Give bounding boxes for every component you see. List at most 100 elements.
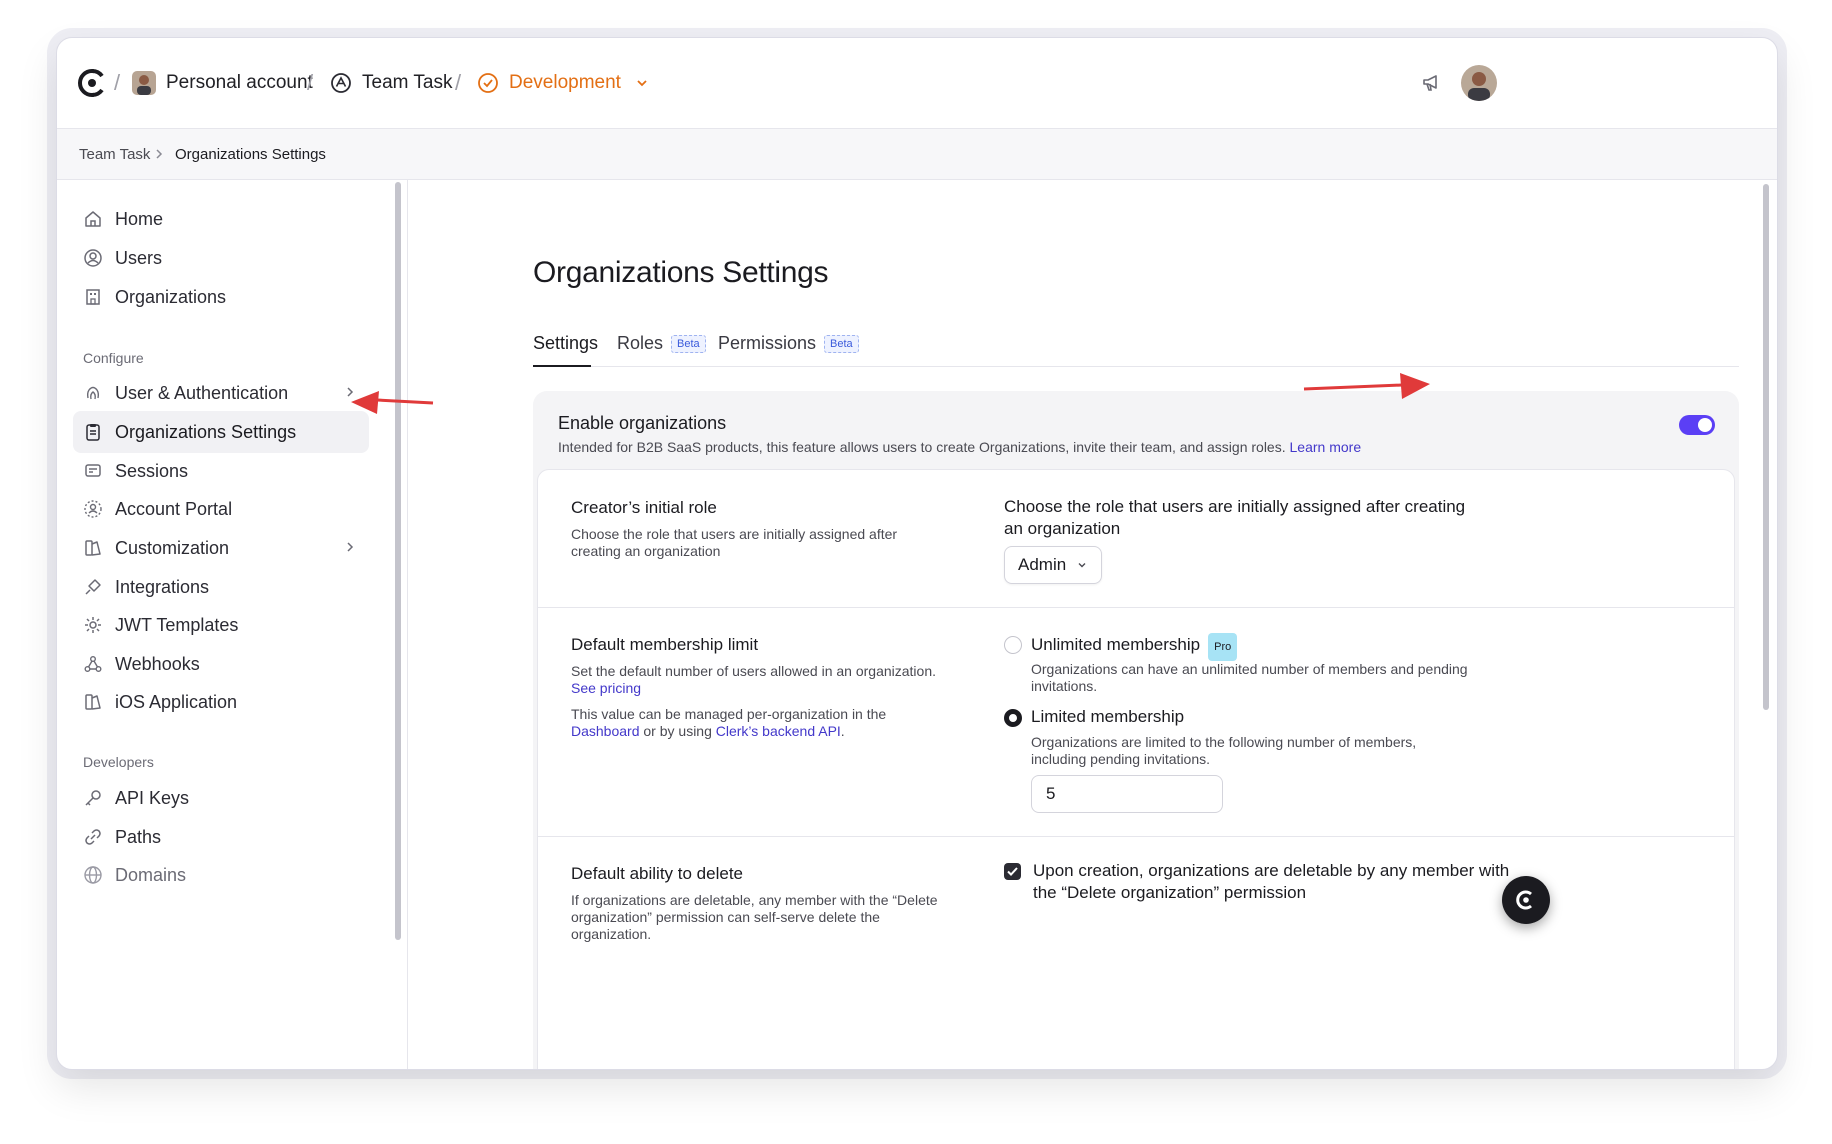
- limited-membership-radio[interactable]: [1004, 709, 1022, 727]
- membership-limit-description: Set the default number of users allowed …: [571, 663, 941, 740]
- delete-ability-title: Default ability to delete: [571, 864, 743, 883]
- sidebar-item-home[interactable]: Home: [73, 198, 369, 240]
- app-icon: [331, 73, 351, 93]
- sidebar-item-label: Users: [115, 247, 163, 268]
- sidebar-item-webhooks[interactable]: Webhooks: [73, 643, 369, 685]
- chevron-right-icon: [153, 129, 165, 179]
- page-title: Organizations Settings: [533, 256, 829, 289]
- unlimited-membership-label[interactable]: Unlimited membership Pro: [1031, 633, 1238, 661]
- sidebar-item-customization[interactable]: Customization: [73, 527, 369, 569]
- section-developers: Developers: [83, 754, 154, 770]
- instance-switcher[interactable]: Development: [477, 38, 649, 128]
- enable-organizations-title: Enable organizations: [558, 413, 727, 433]
- sidebar-item-label: Account Portal: [115, 498, 233, 519]
- sidebar-item-integrations[interactable]: Integrations: [73, 566, 369, 608]
- tab-label: Settings: [533, 333, 599, 353]
- enable-organizations-toggle[interactable]: [1679, 415, 1715, 435]
- learn-more-link[interactable]: Learn more: [1290, 439, 1362, 455]
- sidebar-scrollbar[interactable]: [395, 182, 401, 940]
- link-icon: [85, 829, 101, 845]
- main-content: Organizations Settings Settings Roles Be…: [408, 180, 1777, 1069]
- creator-role-description: Choose the role that users are initially…: [571, 526, 898, 559]
- tab-permissions[interactable]: Permissions Beta: [718, 322, 859, 365]
- membership-limit-value: 5: [1046, 784, 1056, 803]
- creator-role-title: Creator’s initial role: [571, 498, 717, 517]
- sidebar-item-label: Domains: [115, 864, 187, 885]
- description-text: Intended for B2B SaaS products, this fea…: [558, 439, 1286, 455]
- webhook-icon: [84, 656, 102, 672]
- development-icon: [478, 73, 498, 93]
- dashboard-link[interactable]: Dashboard: [571, 723, 640, 739]
- deletable-checkbox[interactable]: [1004, 863, 1021, 880]
- sidebar-item-label: Sessions: [115, 460, 189, 481]
- tab-label: Roles: [617, 333, 664, 353]
- tab-bar: Settings Roles Beta Permissions Beta: [533, 322, 1739, 367]
- annotation-arrow-left: [351, 391, 434, 414]
- sidebar-item-label: iOS Application: [115, 691, 238, 712]
- desc-text: This value can be managed per-organizati…: [571, 706, 887, 722]
- delete-ability-row: Default ability to delete If organizatio…: [538, 836, 1734, 1069]
- announcements-button[interactable]: [1421, 38, 1443, 128]
- membership-desc-text: Set the default number of users allowed …: [571, 663, 937, 679]
- portal-icon: [84, 500, 102, 518]
- tab-settings[interactable]: Settings: [533, 322, 598, 367]
- main-scrollbar[interactable]: [1763, 184, 1769, 710]
- beta-badge: Beta: [824, 334, 859, 353]
- sidebar-item-paths[interactable]: Paths: [73, 816, 369, 858]
- sidebar-item-domains[interactable]: Domains: [73, 854, 369, 896]
- membership-limit-title: Default membership limit: [571, 635, 759, 654]
- app-name: Team Task: [362, 72, 453, 93]
- membership-limit-row: Default membership limit Set the default…: [538, 607, 1734, 837]
- globe-icon: [84, 866, 102, 884]
- sidebar-item-ios-application[interactable]: iOS Application: [73, 681, 369, 723]
- limited-membership-label[interactable]: Limited membership: [1031, 706, 1184, 728]
- breadcrumb-parent[interactable]: Team Task: [79, 129, 150, 179]
- sidebar-item-label: Paths: [115, 826, 162, 847]
- sidebar-item-organizations[interactable]: Organizations: [73, 276, 369, 318]
- chevron-down-icon: [637, 80, 647, 87]
- organization-settings-panel: Creator’s initial role Choose the role t…: [537, 469, 1735, 1069]
- section-configure: Configure: [83, 350, 144, 366]
- role-select[interactable]: Admin: [1004, 546, 1102, 584]
- chevron-right-icon: [347, 542, 354, 552]
- clerk-help-button[interactable]: [1502, 876, 1550, 924]
- see-pricing-link[interactable]: See pricing: [571, 680, 941, 697]
- sidebar-item-account-portal[interactable]: Account Portal: [73, 488, 369, 530]
- user-menu-button[interactable]: [1461, 38, 1497, 128]
- creator-role-prompt: Choose the role that users are initially…: [1004, 497, 1466, 538]
- unlimited-membership-description: Organizations can have an unlimited numb…: [1031, 661, 1468, 694]
- breadcrumb-separator: /: [455, 70, 462, 95]
- sidebar-item-api-keys[interactable]: API Keys: [73, 777, 369, 819]
- session-icon: [85, 464, 101, 477]
- key-icon: [85, 790, 101, 806]
- desc-text: or by using: [643, 723, 712, 739]
- limited-membership-description: Organizations are limited to the followi…: [1031, 734, 1417, 767]
- app-switcher[interactable]: Team Task: [330, 38, 452, 128]
- membership-limit-input[interactable]: 5: [1031, 775, 1223, 813]
- sidebar-item-sessions[interactable]: Sessions: [73, 450, 369, 492]
- sidebar-item-organizations-settings[interactable]: Organizations Settings: [73, 411, 369, 453]
- tab-label: Permissions: [718, 333, 817, 353]
- sidebar-item-label: Organizations: [115, 286, 227, 307]
- clerk-logo-icon: [1516, 890, 1532, 910]
- sidebar-item-user-authentication[interactable]: User & Authentication: [73, 372, 369, 414]
- sidebar-item-label: Home: [115, 208, 164, 229]
- breadcrumb: Team Task Organizations Settings: [57, 129, 1777, 180]
- sidebar-item-users[interactable]: Users: [73, 237, 369, 279]
- sidebar-item-jwt-templates[interactable]: JWT Templates: [73, 604, 369, 646]
- jwt-icon: [85, 617, 101, 633]
- sidebar-item-label: API Keys: [115, 787, 190, 808]
- deletable-checkbox-label[interactable]: Upon creation, organizations are deletab…: [1033, 860, 1523, 904]
- annotation-arrow-right: [1303, 373, 1430, 399]
- clerk-logo-icon: [78, 68, 107, 98]
- desc-text: .: [840, 723, 845, 739]
- unlimited-membership-radio[interactable]: [1004, 636, 1022, 654]
- clerk-logo[interactable]: [77, 38, 107, 128]
- tab-roles[interactable]: Roles Beta: [617, 322, 706, 365]
- top-bar: / Personal account / Team Task / Develop…: [57, 38, 1777, 129]
- app-window: / Personal account / Team Task / Develop…: [56, 37, 1778, 1070]
- personal-account-switcher[interactable]: Personal account: [132, 38, 313, 128]
- breadcrumb-separator: /: [114, 70, 121, 95]
- backend-api-link[interactable]: Clerk’s backend API: [716, 723, 841, 739]
- breadcrumb-current: Organizations Settings: [175, 145, 326, 163]
